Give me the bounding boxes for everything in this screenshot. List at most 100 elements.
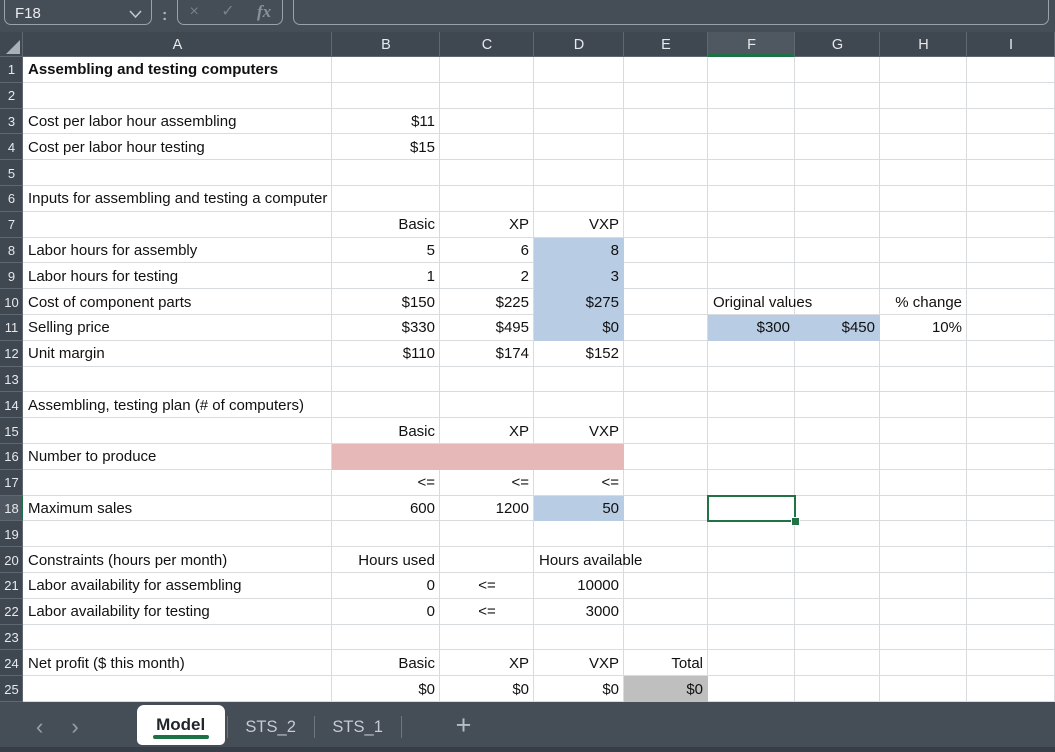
cell-H3[interactable] bbox=[880, 109, 967, 135]
cell-E25[interactable]: $0 bbox=[624, 676, 708, 702]
row-header-3[interactable]: 3 bbox=[0, 109, 23, 135]
cell-D17[interactable]: <= bbox=[534, 470, 624, 496]
cell-I12[interactable] bbox=[967, 341, 1055, 367]
cell-C24[interactable]: XP bbox=[440, 650, 534, 676]
cell-F23[interactable] bbox=[708, 625, 795, 651]
cell-B10[interactable]: $150 bbox=[332, 289, 440, 315]
cell-H16[interactable] bbox=[880, 444, 967, 470]
cell-D13[interactable] bbox=[534, 367, 624, 393]
cell-C1[interactable] bbox=[440, 57, 534, 83]
column-header-G[interactable]: G bbox=[795, 32, 880, 57]
cell-G23[interactable] bbox=[795, 625, 880, 651]
column-header-B[interactable]: B bbox=[332, 32, 440, 57]
cell-B20[interactable]: Hours used bbox=[332, 547, 440, 573]
cell-D12[interactable]: $152 bbox=[534, 341, 624, 367]
cell-E12[interactable] bbox=[624, 341, 708, 367]
cell-G22[interactable] bbox=[795, 599, 880, 625]
cell-I22[interactable] bbox=[967, 599, 1055, 625]
cell-F16[interactable] bbox=[708, 444, 795, 470]
cell-A24[interactable]: Net profit ($ this month) bbox=[23, 650, 332, 676]
cell-G5[interactable] bbox=[795, 160, 880, 186]
cell-A6[interactable]: Inputs for assembling and testing a comp… bbox=[23, 186, 332, 212]
cell-F2[interactable] bbox=[708, 83, 795, 109]
cell-C17[interactable]: <= bbox=[440, 470, 534, 496]
cell-B23[interactable] bbox=[332, 625, 440, 651]
cell-E13[interactable] bbox=[624, 367, 708, 393]
cell-A19[interactable] bbox=[23, 521, 332, 547]
cell-G15[interactable] bbox=[795, 418, 880, 444]
cell-H9[interactable] bbox=[880, 263, 967, 289]
cell-H22[interactable] bbox=[880, 599, 967, 625]
column-header-H[interactable]: H bbox=[880, 32, 967, 57]
formula-input[interactable] bbox=[293, 0, 1049, 25]
cell-E3[interactable] bbox=[624, 109, 708, 135]
cell-I10[interactable] bbox=[967, 289, 1055, 315]
cell-E9[interactable] bbox=[624, 263, 708, 289]
cell-B16[interactable] bbox=[332, 444, 440, 470]
cell-F3[interactable] bbox=[708, 109, 795, 135]
cell-H5[interactable] bbox=[880, 160, 967, 186]
cell-G7[interactable] bbox=[795, 212, 880, 238]
cell-D25[interactable]: $0 bbox=[534, 676, 624, 702]
row-header-21[interactable]: 21 bbox=[0, 573, 23, 599]
cell-E23[interactable] bbox=[624, 625, 708, 651]
cell-D19[interactable] bbox=[534, 521, 624, 547]
cell-A7[interactable] bbox=[23, 212, 332, 238]
cell-G11[interactable]: $450 bbox=[795, 315, 880, 341]
row-header-7[interactable]: 7 bbox=[0, 212, 23, 238]
cell-H10[interactable]: % change bbox=[880, 289, 967, 315]
cell-I24[interactable] bbox=[967, 650, 1055, 676]
cell-E21[interactable] bbox=[624, 573, 708, 599]
cell-B15[interactable]: Basic bbox=[332, 418, 440, 444]
column-header-D[interactable]: D bbox=[534, 32, 624, 57]
cell-F8[interactable] bbox=[708, 238, 795, 264]
cell-B21[interactable]: 0 bbox=[332, 573, 440, 599]
cell-E17[interactable] bbox=[624, 470, 708, 496]
cell-H19[interactable] bbox=[880, 521, 967, 547]
cell-B3[interactable]: $11 bbox=[332, 109, 440, 135]
row-header-25[interactable]: 25 bbox=[0, 676, 23, 702]
cell-E16[interactable] bbox=[624, 444, 708, 470]
cell-D14[interactable] bbox=[534, 392, 624, 418]
cell-A8[interactable]: Labor hours for assembly bbox=[23, 238, 332, 264]
sheet-tab-sts1[interactable]: STS_1 bbox=[317, 707, 399, 747]
cell-I3[interactable] bbox=[967, 109, 1055, 135]
sheet-tab-model[interactable]: Model bbox=[137, 705, 225, 745]
cell-D1[interactable] bbox=[534, 57, 624, 83]
cell-A10[interactable]: Cost of component parts bbox=[23, 289, 332, 315]
row-header-14[interactable]: 14 bbox=[0, 392, 23, 418]
cell-D18[interactable]: 50 bbox=[534, 496, 624, 522]
cell-B11[interactable]: $330 bbox=[332, 315, 440, 341]
cell-I2[interactable] bbox=[967, 83, 1055, 109]
row-header-9[interactable]: 9 bbox=[0, 263, 23, 289]
cell-I6[interactable] bbox=[967, 186, 1055, 212]
cell-A25[interactable] bbox=[23, 676, 332, 702]
name-box[interactable]: F18 bbox=[4, 0, 152, 25]
cell-G16[interactable] bbox=[795, 444, 880, 470]
cell-A14[interactable]: Assembling, testing plan (# of computers… bbox=[23, 392, 332, 418]
cell-F10[interactable]: Original values bbox=[708, 289, 795, 315]
cell-C5[interactable] bbox=[440, 160, 534, 186]
cell-D2[interactable] bbox=[534, 83, 624, 109]
cell-D21[interactable]: 10000 bbox=[534, 573, 624, 599]
cell-B19[interactable] bbox=[332, 521, 440, 547]
cell-C18[interactable]: 1200 bbox=[440, 496, 534, 522]
cell-G12[interactable] bbox=[795, 341, 880, 367]
cell-F13[interactable] bbox=[708, 367, 795, 393]
cell-E22[interactable] bbox=[624, 599, 708, 625]
cell-A16[interactable]: Number to produce bbox=[23, 444, 332, 470]
cell-G18[interactable] bbox=[795, 496, 880, 522]
cell-E18[interactable] bbox=[624, 496, 708, 522]
cell-D5[interactable] bbox=[534, 160, 624, 186]
cell-F12[interactable] bbox=[708, 341, 795, 367]
cell-I8[interactable] bbox=[967, 238, 1055, 264]
row-header-13[interactable]: 13 bbox=[0, 367, 23, 393]
cell-F24[interactable] bbox=[708, 650, 795, 676]
cell-H14[interactable] bbox=[880, 392, 967, 418]
cell-E14[interactable] bbox=[624, 392, 708, 418]
cell-D22[interactable]: 3000 bbox=[534, 599, 624, 625]
cell-A22[interactable]: Labor availability for testing bbox=[23, 599, 332, 625]
cell-C15[interactable]: XP bbox=[440, 418, 534, 444]
cell-I19[interactable] bbox=[967, 521, 1055, 547]
cell-F1[interactable] bbox=[708, 57, 795, 83]
